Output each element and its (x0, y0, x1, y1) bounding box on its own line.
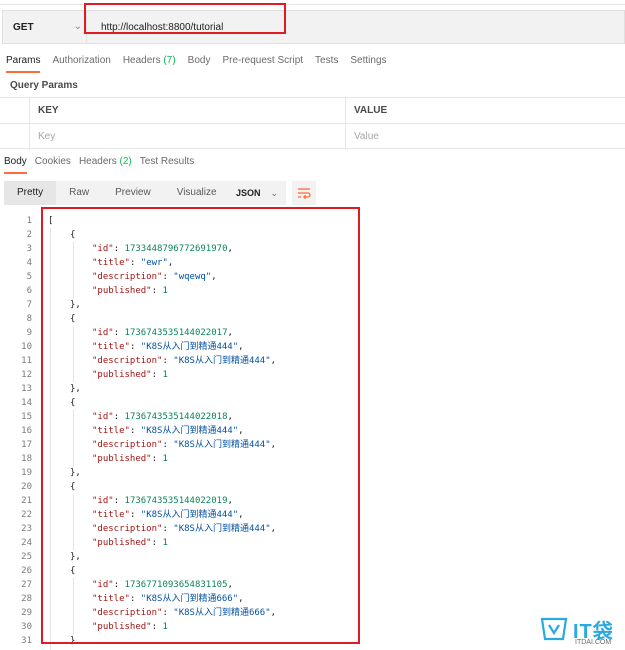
query-params-table: KEY VALUE Key Value (0, 97, 625, 150)
params-header-row: KEY VALUE (0, 97, 625, 124)
line-number: 21 (21, 496, 32, 506)
view-pretty-button[interactable]: Pretty (4, 181, 57, 205)
tab-pre-request-script[interactable]: Pre-request Script (216, 52, 309, 74)
response-highlight-box (41, 207, 360, 644)
wrap-lines-button[interactable] (292, 181, 316, 205)
tab-body[interactable]: Body (182, 52, 217, 74)
view-mode-toolbar: Pretty Raw Preview Visualize (4, 181, 230, 205)
line-number: 14 (21, 398, 32, 408)
tab-label: Body (187, 55, 211, 66)
line-number: 2 (26, 230, 32, 240)
tab-settings[interactable]: Settings (344, 52, 392, 74)
tab-label: Settings (350, 55, 387, 66)
chevron-down-icon: ⌄ (73, 21, 82, 32)
tab-authorization[interactable]: Authorization (46, 52, 116, 74)
response-tab-body[interactable]: Body (0, 154, 31, 174)
line-number: 27 (21, 580, 32, 590)
line-number: 19 (21, 468, 32, 478)
key-column-header: KEY (30, 98, 346, 124)
line-number: 29 (21, 608, 32, 618)
tab-label: Test Results (139, 156, 195, 167)
format-label: JSON (236, 188, 261, 198)
format-select[interactable]: JSON ⌄ (228, 181, 286, 205)
line-number: 22 (21, 510, 32, 520)
checkbox-column (0, 98, 30, 124)
watermark-subtitle: ITDAI.COM (575, 639, 612, 646)
tab-label: Tests (315, 55, 339, 66)
method-label: GET (13, 21, 34, 33)
response-tab-test-results[interactable]: Test Results (136, 154, 198, 174)
chevron-down-icon: ⌄ (270, 188, 278, 198)
line-number: 9 (26, 328, 32, 338)
url-highlight-box (84, 3, 286, 34)
response-tabs: Body Cookies Headers (2) Test Results (0, 154, 198, 174)
view-preview-button[interactable]: Preview (102, 181, 164, 205)
line-number: 1 (26, 216, 32, 226)
response-tab-cookies[interactable]: Cookies (31, 154, 75, 174)
tab-label: Headers (122, 55, 161, 66)
tab-label: Headers (78, 156, 117, 167)
tab-headers[interactable]: Headers (7) (117, 52, 182, 74)
view-raw-button[interactable]: Raw (56, 181, 103, 205)
itdai-logo-icon (540, 617, 568, 641)
line-number: 12 (21, 370, 32, 380)
line-number: 31 (21, 636, 32, 646)
line-number: 17 (21, 440, 32, 450)
value-input[interactable]: Value (346, 124, 625, 150)
line-number: 11 (21, 356, 32, 366)
line-number: 10 (21, 342, 32, 352)
wrap-lines-icon (298, 188, 311, 199)
line-number: 4 (26, 258, 32, 268)
tab-count-badge: (7) (163, 55, 176, 66)
line-number: 6 (26, 286, 32, 296)
line-number: 7 (26, 300, 32, 310)
value-column-header: VALUE (354, 105, 388, 116)
query-params-title: Query Params (10, 80, 78, 91)
tab-params[interactable]: Params (0, 52, 46, 74)
line-number: 3 (26, 244, 32, 254)
tab-label: Cookies (34, 156, 71, 167)
method-select[interactable]: GET ⌄ (2, 10, 86, 44)
tab-tests[interactable]: Tests (309, 52, 344, 74)
line-number: 24 (21, 538, 32, 548)
tab-label: Params (6, 55, 41, 66)
line-number: 8 (26, 314, 32, 324)
row-checkbox-cell (0, 124, 30, 150)
line-number: 23 (21, 524, 32, 534)
view-visualize-button[interactable]: Visualize (163, 181, 230, 205)
line-number: 20 (21, 482, 32, 492)
request-tabs: Params Authorization Headers (7) Body Pre-re… (0, 52, 393, 74)
watermark: IT袋 ITDAI.COM (539, 617, 625, 650)
line-number: 5 (26, 272, 32, 282)
tab-count-badge: (2) (119, 156, 132, 167)
tab-label: Authorization (52, 55, 111, 66)
line-number: 30 (21, 622, 32, 632)
line-number: 25 (21, 552, 32, 562)
response-tab-headers[interactable]: Headers (2) (75, 154, 136, 174)
key-input[interactable]: Key (30, 124, 346, 150)
tab-label: Body (4, 156, 27, 167)
params-empty-row: Key Value (0, 123, 625, 150)
line-number: 15 (21, 412, 32, 422)
tab-label: Pre-request Script (222, 55, 304, 66)
line-number: 26 (21, 566, 32, 576)
line-number: 16 (21, 426, 32, 436)
line-number: 18 (21, 454, 32, 464)
line-number: 28 (21, 594, 32, 604)
line-number: 13 (21, 384, 32, 394)
